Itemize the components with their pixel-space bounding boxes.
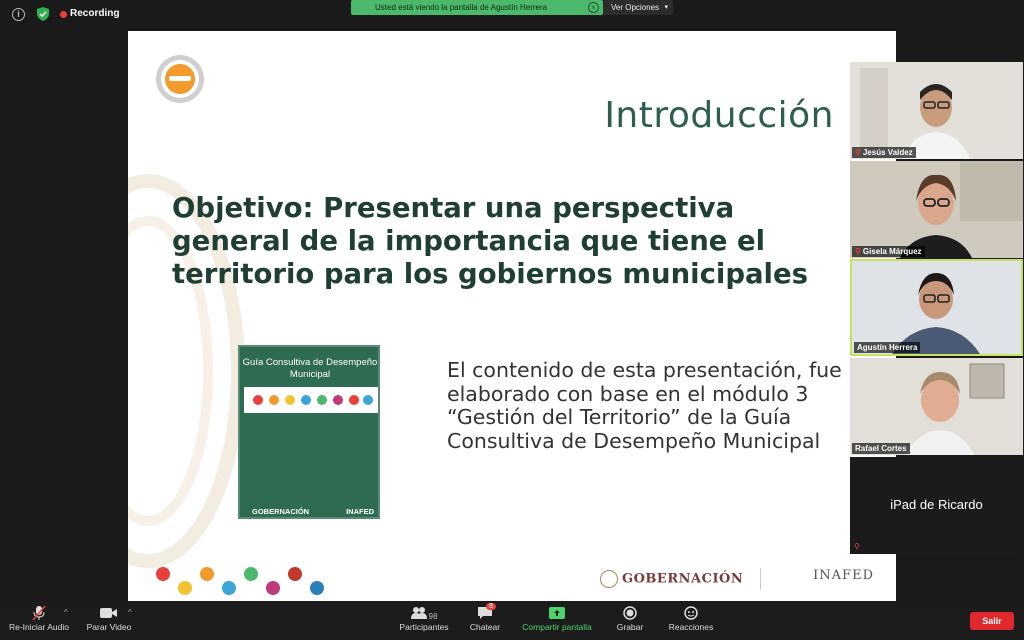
- screen-share-banner-text: Usted está viendo la pantalla de Agustín…: [375, 3, 548, 12]
- participant-name: iPad de Ricardo: [890, 497, 983, 512]
- book-title: Guía Consultiva de Desempeño Municipal: [242, 357, 378, 380]
- chat-label: Chatear: [469, 622, 501, 632]
- reactions-button[interactable]: Reacciones: [662, 602, 720, 640]
- logo-divider: [760, 568, 761, 590]
- sdg-icon: [222, 581, 236, 595]
- sdg-icon: [200, 567, 214, 581]
- mic-muted-icon: ⚲: [855, 148, 861, 157]
- view-options-button[interactable]: Ver Opciones ▾: [603, 0, 673, 15]
- participants-icon: 98: [392, 602, 456, 622]
- participant-video: [850, 62, 1023, 159]
- zoom-window: i Recording Usted está viendo la pantall…: [0, 0, 1024, 640]
- inafed-logo: INAFED: [813, 568, 874, 583]
- info-icon[interactable]: i: [12, 8, 25, 21]
- chevron-up-icon[interactable]: ^: [128, 608, 132, 617]
- chat-button[interactable]: 8 Chatear: [464, 602, 506, 640]
- participants-button[interactable]: 98 Participantes: [392, 602, 456, 640]
- shield-icon[interactable]: [37, 7, 49, 21]
- sdg-icon: [288, 567, 302, 581]
- participant-tile[interactable]: iPad de Ricardo ⚲: [850, 457, 1023, 554]
- participant-video: [852, 261, 1021, 354]
- reactions-icon: [662, 602, 720, 622]
- participant-tile[interactable]: ⚲ Gisela Márquez: [850, 161, 1023, 258]
- video-label: Parar Video: [86, 622, 132, 632]
- view-options-label: Ver Opciones: [611, 3, 660, 12]
- participant-tile[interactable]: ⚲ Jesús Valdez: [850, 62, 1023, 159]
- participant-tile[interactable]: Rafael Cortes: [850, 358, 1023, 455]
- mic-muted-icon: ⚲: [855, 247, 861, 256]
- participants-label: Participantes: [399, 622, 449, 632]
- sdg-icon: [178, 581, 192, 595]
- chat-unread-badge: 8: [486, 603, 496, 610]
- participant-name: Rafael Cortes: [852, 443, 910, 454]
- slide-title: Introducción: [604, 95, 834, 136]
- record-button[interactable]: Grabar: [610, 602, 650, 640]
- participant-tile-active-speaker[interactable]: Agustín Herrera: [850, 259, 1023, 356]
- participant-name: ⚲ Gisela Márquez: [852, 246, 925, 257]
- seal-icon: [600, 570, 618, 588]
- participant-name: ⚲ Jesús Valdez: [852, 147, 916, 158]
- book-footer-gobernacion: GOBERNACIÓN: [252, 507, 310, 516]
- chat-icon: [464, 602, 506, 622]
- gobernacion-logo-text: GOBERNACIÓN: [622, 571, 744, 587]
- chevron-up-icon[interactable]: ^: [64, 608, 68, 617]
- sdg-icons: [152, 563, 332, 599]
- book-icon-band: [244, 387, 378, 413]
- sdg-icon: [310, 581, 324, 595]
- share-screen-button[interactable]: Compartir pantalla: [516, 602, 598, 640]
- share-screen-label: Compartir pantalla: [522, 622, 592, 632]
- leave-meeting-button[interactable]: Salir: [970, 612, 1014, 630]
- participant-video: [850, 161, 1023, 258]
- participant-video: [850, 358, 1023, 455]
- gobernacion-logo: GOBERNACIÓN: [600, 570, 743, 588]
- recording-dot-icon: [60, 11, 67, 18]
- recording-label: Recording: [70, 8, 120, 19]
- record-label: Grabar: [616, 622, 644, 632]
- participants-count: 98: [428, 612, 438, 621]
- sdg-icon: [244, 567, 258, 581]
- close-icon[interactable]: ×: [588, 2, 599, 13]
- participant-name: Agustín Herrera: [854, 342, 921, 353]
- slide-objective: Objetivo: Presentar una perspectiva gene…: [172, 192, 809, 290]
- guide-book-cover: Guía Consultiva de Desempeño Municipal G…: [238, 345, 380, 519]
- sdg-icon: [156, 567, 170, 581]
- reactions-label: Reacciones: [668, 622, 714, 632]
- chevron-down-icon: ▾: [664, 4, 668, 11]
- screen-share-banner: Usted está viendo la pantalla de Agustín…: [351, 0, 603, 15]
- mic-muted-icon: ⚲: [854, 542, 860, 551]
- slide-content-text: El contenido de esta presentación, fue e…: [447, 358, 842, 453]
- audio-label: Re-Iniciar Audio: [8, 622, 69, 632]
- share-screen-icon: [516, 602, 598, 622]
- book-footer-inafed: INAFED: [346, 507, 374, 516]
- top-bar: i Recording Usted está viendo la pantall…: [0, 0, 1024, 30]
- slide-footer-logos: GOBERNACIÓN INAFED: [600, 566, 880, 596]
- record-icon: [610, 602, 650, 622]
- sdg-icon: [266, 581, 280, 595]
- program-logo-icon: [156, 55, 204, 103]
- meeting-toolbar: Re-Iniciar Audio ^ Parar Video ^ 98 Part…: [0, 602, 1024, 640]
- shared-screen-slide: Introducción Objetivo: Presentar una per…: [128, 31, 896, 601]
